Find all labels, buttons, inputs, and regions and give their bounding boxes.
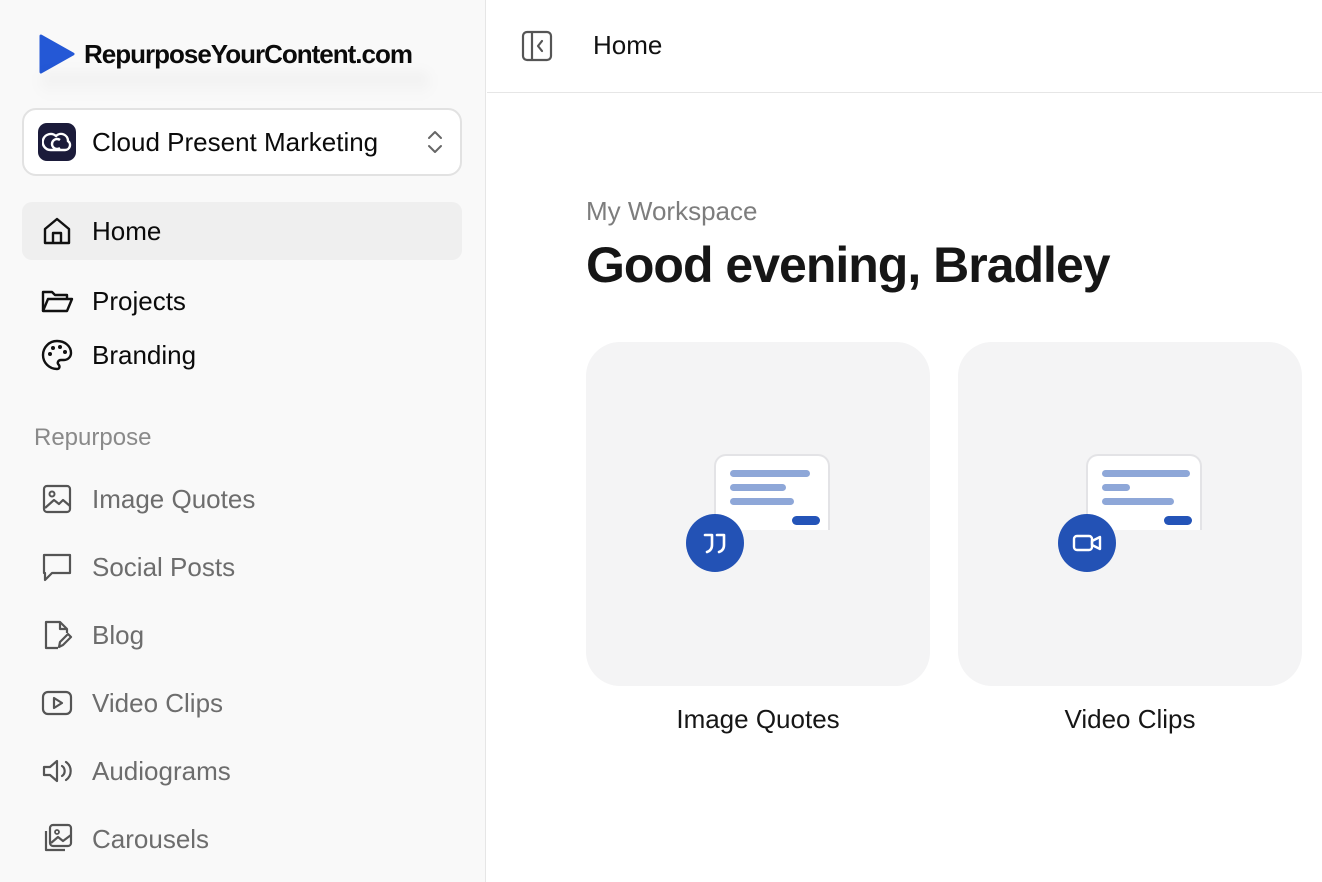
card-label-video-clips: Video Clips xyxy=(1064,704,1196,734)
brand-name: RepurposeYourContent.com xyxy=(84,38,413,69)
video-camera-icon xyxy=(1072,534,1102,552)
quote-icon xyxy=(703,533,726,554)
doc-pill xyxy=(792,516,820,525)
sidebar-label: Blog xyxy=(92,619,145,650)
brand-logo[interactable]: RepurposeYourContent.com xyxy=(38,34,413,74)
doc-line xyxy=(730,470,810,477)
images-stack-icon xyxy=(44,823,73,852)
breadcrumb: Home xyxy=(593,30,663,60)
workspace-switcher[interactable]: Cloud Present Marketing xyxy=(22,108,462,176)
nav-label-projects: Projects xyxy=(92,285,186,316)
page-title: Good evening, Bradley xyxy=(586,237,1111,293)
document-edit-icon xyxy=(44,620,73,650)
doc-line xyxy=(1102,498,1174,505)
palette-icon xyxy=(41,339,73,371)
chevron-up-down-icon xyxy=(428,131,442,153)
speech-bubble-icon xyxy=(42,553,72,582)
card-video-clips[interactable] xyxy=(958,342,1302,686)
folder-open-icon xyxy=(41,290,74,313)
sidebar-label: Image Quotes xyxy=(92,483,256,514)
sidebar-label: Social Posts xyxy=(92,551,236,582)
doc-pill xyxy=(1164,516,1192,525)
home-icon xyxy=(43,217,71,245)
top-bar: Home xyxy=(487,0,1322,93)
sidebar-label: Video Clips xyxy=(92,687,224,718)
nav-label-branding: Branding xyxy=(92,339,197,370)
sidebar-label: Carousels xyxy=(92,823,210,854)
workspace-avatar xyxy=(38,123,76,161)
nav-label-home: Home xyxy=(92,215,162,246)
sidebar-item-audiograms[interactable]: Audiograms xyxy=(22,746,462,796)
doc-line xyxy=(1102,470,1190,477)
workspace-eyebrow: My Workspace xyxy=(586,196,758,226)
doc-line xyxy=(730,484,786,491)
sidebar: RepurposeYourContent.com Cloud Present M… xyxy=(0,0,486,882)
cloud-logo-icon xyxy=(42,132,72,152)
card-image-quotes[interactable] xyxy=(586,342,930,686)
play-logo-icon xyxy=(39,34,75,74)
sidebar-item-carousels[interactable]: Carousels xyxy=(22,814,462,864)
nav-item-projects[interactable]: Projects xyxy=(22,272,462,330)
play-icon xyxy=(41,690,73,716)
sidebar-label: Audiograms xyxy=(92,755,231,786)
workspace-name: Cloud Present Marketing xyxy=(92,126,379,157)
quote-badge xyxy=(686,514,744,572)
card-label-image-quotes: Image Quotes xyxy=(676,704,840,734)
sidebar-item-social-posts[interactable]: Social Posts xyxy=(22,542,462,592)
sidebar-item-video-clips[interactable]: Video Clips xyxy=(22,678,462,728)
sidebar-toggle-icon[interactable] xyxy=(521,30,553,62)
doc-line xyxy=(1102,484,1130,491)
image-icon xyxy=(42,484,72,514)
logo-shadow xyxy=(40,72,430,98)
section-label-repurpose: Repurpose xyxy=(34,424,152,451)
nav-item-home[interactable]: Home xyxy=(22,202,462,260)
nav-item-branding[interactable]: Branding xyxy=(22,326,462,384)
video-badge xyxy=(1058,514,1116,572)
sidebar-item-blog[interactable]: Blog xyxy=(22,610,462,660)
speaker-icon xyxy=(42,759,72,783)
sidebar-item-image-quotes[interactable]: Image Quotes xyxy=(22,474,462,524)
doc-line xyxy=(730,498,794,505)
